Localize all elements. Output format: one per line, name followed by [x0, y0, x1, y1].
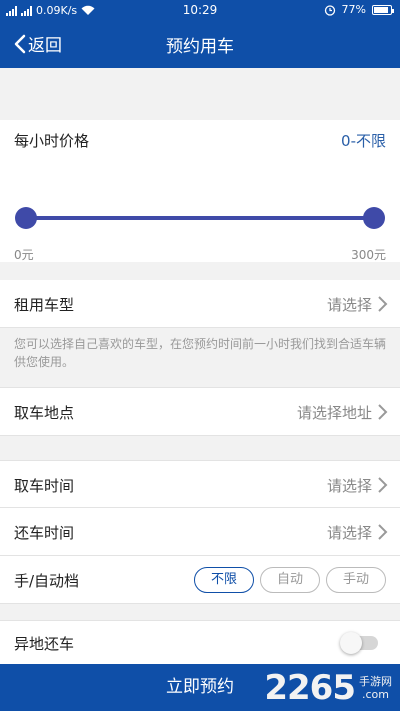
price-slider-min-handle[interactable]: [15, 207, 37, 229]
price-slider-max-handle[interactable]: [363, 207, 385, 229]
price-max-label: 300元: [351, 248, 386, 262]
price-slider-track[interactable]: [26, 216, 374, 220]
pickup-time-label: 取车时间: [14, 477, 75, 495]
battery-icon: [372, 4, 394, 15]
status-bar: 0.09K/s 10:29 77%: [0, 0, 400, 20]
price-title: 每小时价格: [14, 132, 90, 150]
transmission-option-manual[interactable]: 手动: [326, 567, 386, 593]
chevron-right-icon: [378, 524, 388, 540]
vehicle-type-row[interactable]: 租用车型 请选择: [0, 280, 400, 328]
toggle-thumb: [340, 632, 362, 654]
watermark-text: 手游网 .com: [359, 675, 392, 701]
watermark-logo: 2265 手游网 .com: [264, 668, 392, 708]
remote-return-row: 异地还车: [0, 620, 400, 664]
watermark-line2: .com: [362, 688, 389, 701]
remote-return-label: 异地还车: [14, 635, 75, 653]
chevron-right-icon: [378, 296, 388, 312]
chevron-right-icon: [378, 477, 388, 493]
transmission-options: 不限 自动 手动: [194, 567, 386, 593]
pickup-time-value: 请选择: [326, 477, 372, 495]
alarm-icon: [324, 4, 335, 16]
transmission-label: 手/自动档: [14, 572, 80, 590]
nav-bar: 返回 预约用车: [0, 20, 400, 68]
price-min-label: 0元: [14, 248, 34, 262]
pickup-location-value: 请选择地址: [296, 404, 372, 422]
pickup-location-row[interactable]: 取车地点 请选择地址: [0, 388, 400, 436]
price-range-value: 0-不限: [341, 132, 386, 150]
remote-return-toggle[interactable]: [340, 632, 378, 654]
transmission-option-any[interactable]: 不限: [194, 567, 254, 593]
back-label: 返回: [28, 36, 62, 56]
status-right: 77%: [324, 3, 394, 16]
chevron-right-icon: [378, 404, 388, 420]
transmission-option-auto[interactable]: 自动: [260, 567, 320, 593]
pickup-location-label: 取车地点: [14, 404, 75, 422]
watermark-number: 2265: [264, 668, 356, 708]
chevron-left-icon: [14, 34, 26, 53]
return-time-row[interactable]: 还车时间 请选择: [0, 508, 400, 556]
watermark-line1: 手游网: [359, 675, 392, 688]
pickup-time-row[interactable]: 取车时间 请选择: [0, 460, 400, 508]
return-time-value: 请选择: [326, 524, 372, 542]
back-button[interactable]: 返回: [14, 31, 62, 56]
vehicle-type-value: 请选择: [326, 296, 372, 314]
vehicle-type-hint: 您可以选择自己喜欢的车型，在您预约时间前一小时我们找到合适车辆供您使用。: [0, 328, 400, 388]
vehicle-type-label: 租用车型: [14, 296, 75, 314]
transmission-row: 手/自动档 不限 自动 手动: [0, 556, 400, 604]
battery-percent: 77%: [341, 3, 366, 16]
return-time-label: 还车时间: [14, 524, 75, 542]
